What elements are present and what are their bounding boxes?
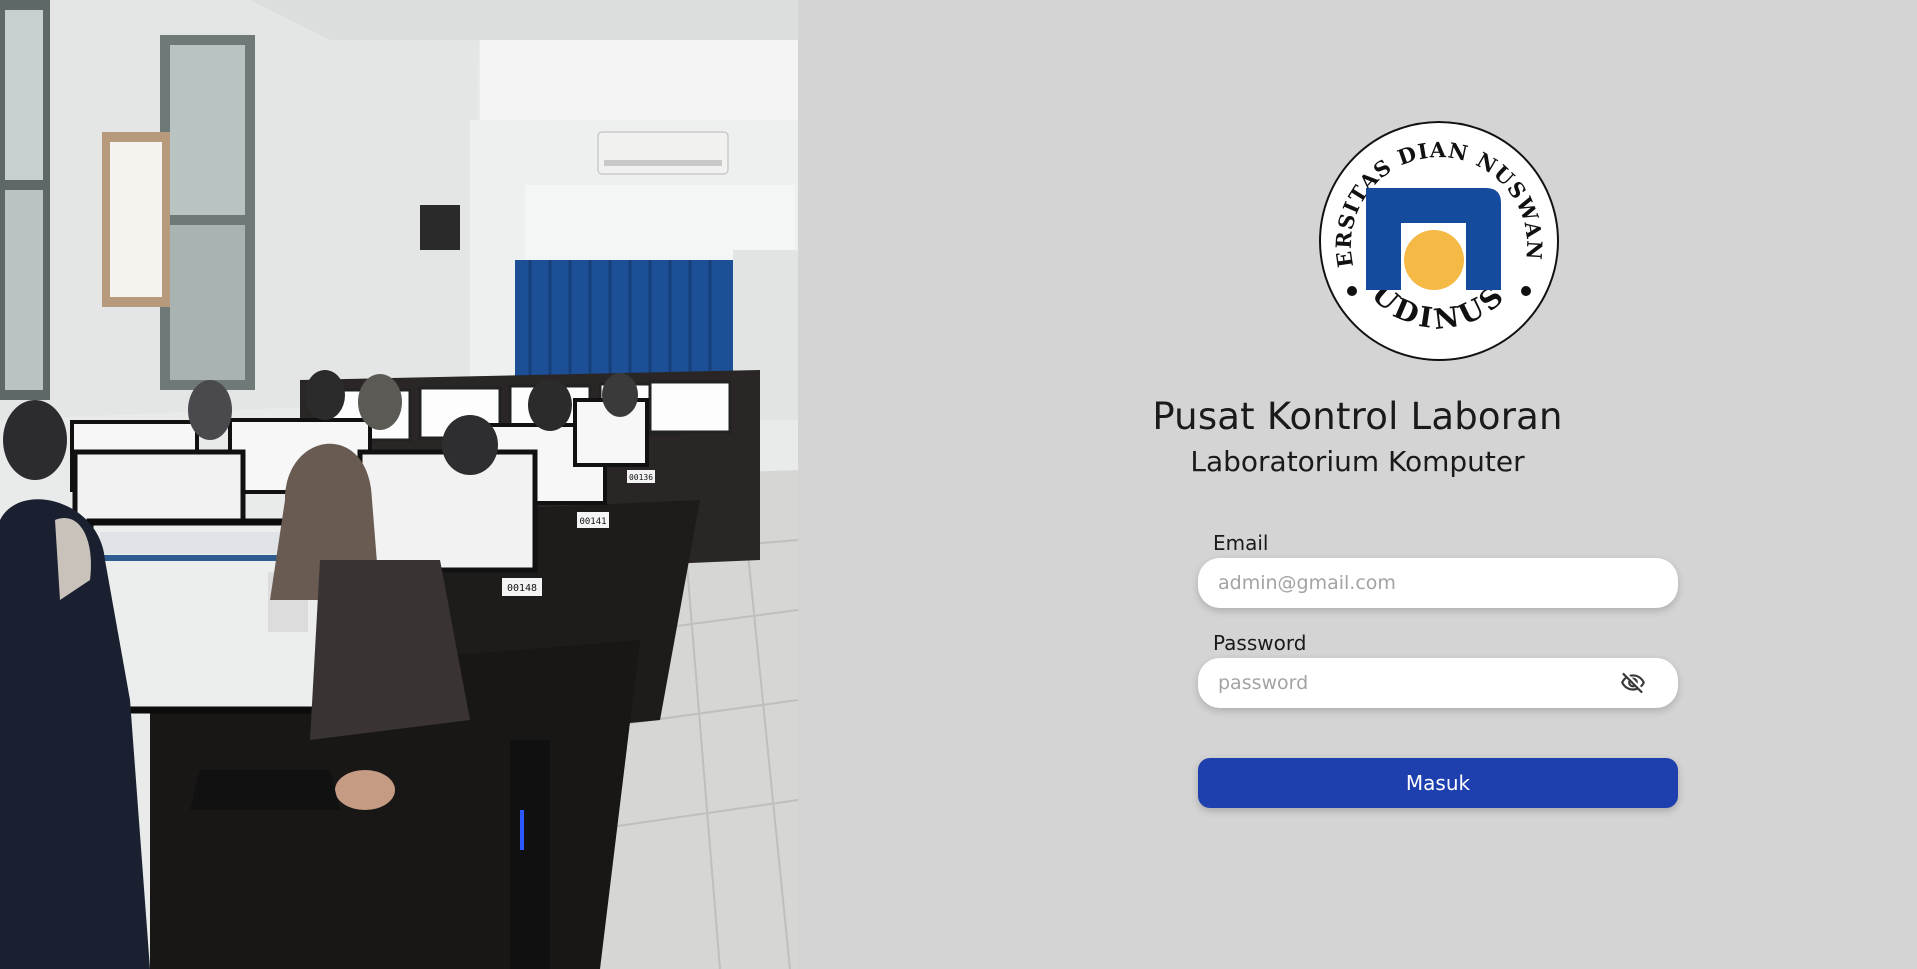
desk-label-00141: 00141	[579, 517, 606, 527]
page-subtitle: Laboratorium Komputer	[1190, 445, 1525, 478]
desk-label-00136: 00136	[629, 473, 653, 482]
password-field[interactable]	[1198, 658, 1678, 708]
login-button[interactable]: Masuk	[1198, 758, 1678, 808]
eye-off-icon[interactable]	[1618, 670, 1648, 696]
password-label: Password	[1213, 631, 1307, 655]
lab-photo: 00141 00148 00136	[0, 0, 798, 969]
page-title: Pusat Kontrol Laboran	[1152, 395, 1563, 438]
udinus-logo: UNIVERSITAS DIAN NUSWANTORO UDINUS	[1306, 98, 1562, 364]
login-panel: UNIVERSITAS DIAN NUSWANTORO UDINUS Pusat…	[798, 0, 1917, 969]
desk-label-00148: 00148	[507, 583, 537, 594]
email-field[interactable]	[1198, 558, 1678, 608]
login-page: 00141 00148 00136 UNIVERSITAS DIAN NUSWA…	[0, 0, 1917, 969]
email-label: Email	[1213, 531, 1269, 555]
